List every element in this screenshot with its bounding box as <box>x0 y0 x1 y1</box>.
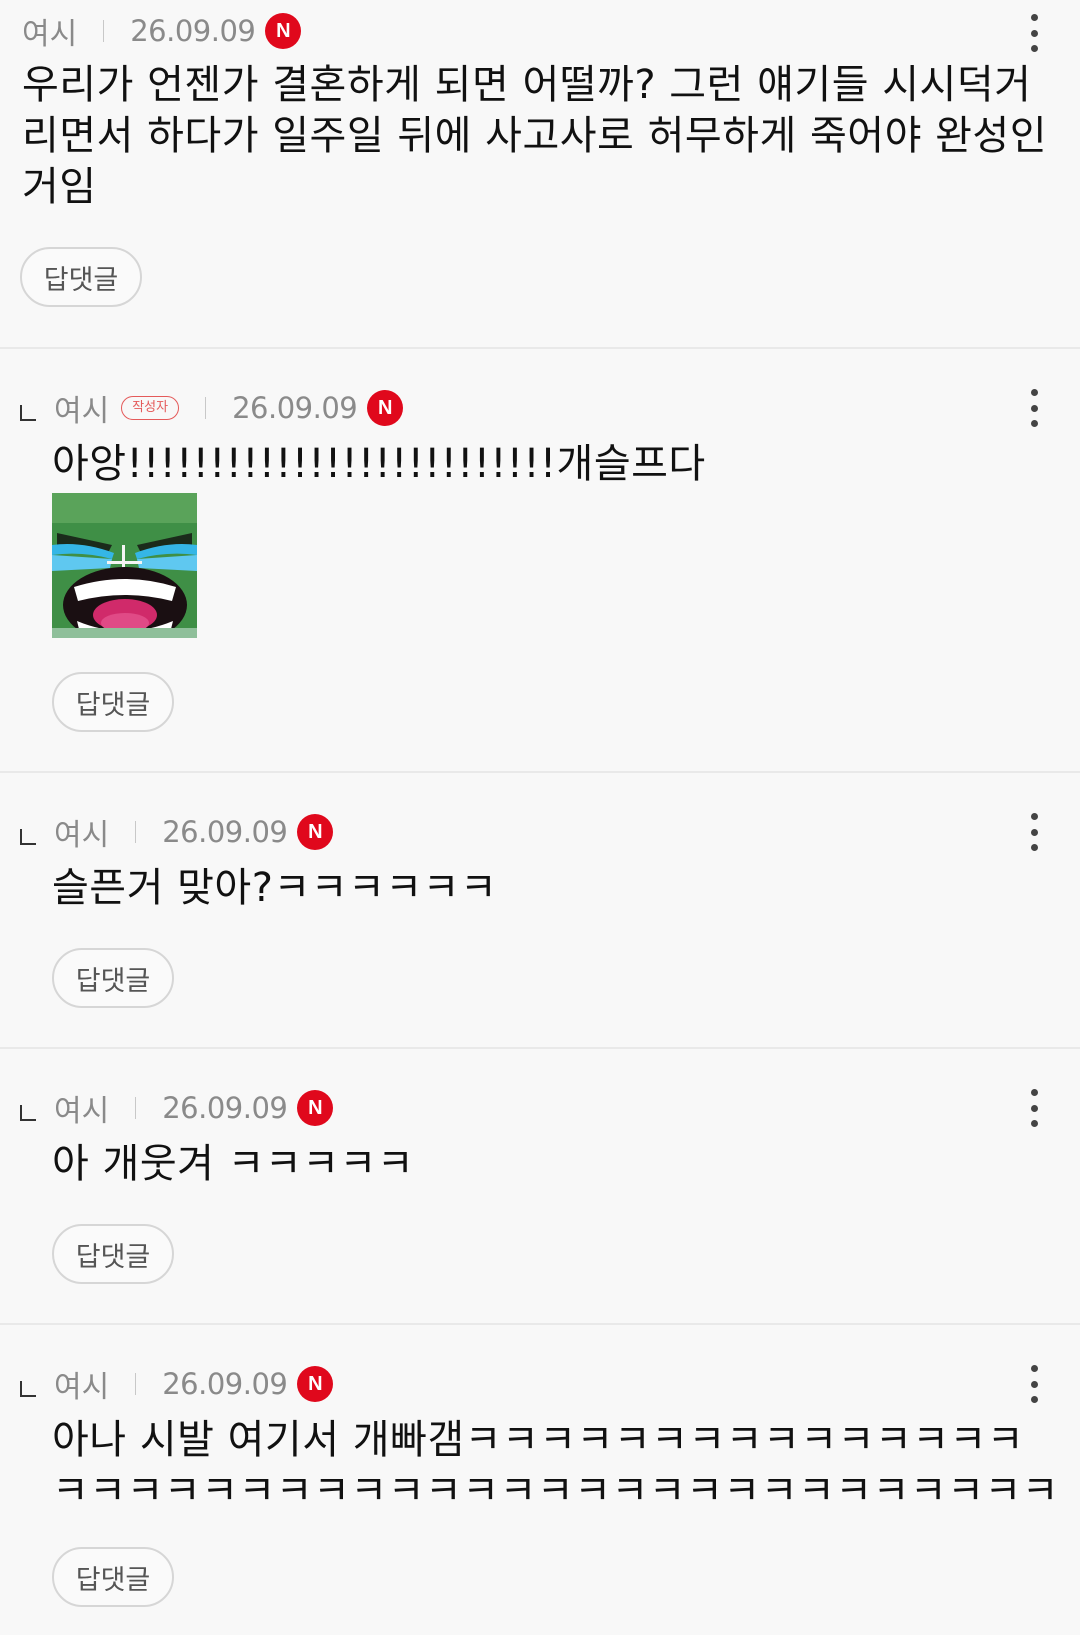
new-badge: N <box>297 1090 334 1126</box>
more-options-icon[interactable] <box>1028 1365 1040 1403</box>
reply-indicator-icon <box>20 1381 36 1397</box>
more-options-icon[interactable] <box>1028 14 1040 52</box>
comment-meta: 여시 26.09.09 N <box>22 9 302 53</box>
meta-divider <box>205 397 207 419</box>
comment-nickname[interactable]: 여시 <box>54 1086 109 1130</box>
more-options-icon[interactable] <box>1028 1089 1040 1127</box>
comment-date: 26.09.09 <box>130 14 256 48</box>
comment-item: 여시 작성자 26.09.09 N 아앙!!!!!!!!!!!!!!!!!!!!… <box>0 349 1080 773</box>
comment-body: 우리가 언젠가 결혼하게 되면 어떨까? 그런 얘기들 시시덕거리면서 하다가 … <box>22 62 1048 210</box>
reply-indicator-icon <box>20 405 36 421</box>
new-badge: N <box>297 1366 334 1402</box>
comment-item: 여시 26.09.09 N 우리가 언젠가 결혼하게 되면 어떨까? 그런 얘기… <box>0 0 1080 349</box>
comment-body: 아 개웃겨 ㅋㅋㅋㅋㅋ <box>52 1141 415 1187</box>
comment-nickname[interactable]: 여시 <box>54 1362 109 1406</box>
comment-item: 여시 26.09.09 N 아나 시발 여기서 개빠갬ㅋㅋㅋㅋㅋㅋㅋㅋㅋㅋㅋㅋㅋ… <box>0 1325 1080 1635</box>
more-options-icon[interactable] <box>1028 813 1040 851</box>
reply-button[interactable]: 답댓글 <box>52 672 174 732</box>
reply-button[interactable]: 답댓글 <box>20 247 142 307</box>
reply-button[interactable]: 답댓글 <box>52 1547 174 1607</box>
comment-nickname[interactable]: 여시 <box>22 9 77 53</box>
comment-item: 여시 26.09.09 N 아 개웃겨 ㅋㅋㅋㅋㅋ 답댓글 <box>0 1049 1080 1325</box>
new-badge: N <box>367 390 404 426</box>
comment-date: 26.09.09 <box>162 1367 288 1401</box>
comment-meta: 여시 26.09.09 N <box>20 810 334 854</box>
meta-divider <box>135 1097 137 1119</box>
comment-date: 26.09.09 <box>232 391 358 425</box>
comment-meta: 여시 작성자 26.09.09 N <box>20 386 404 430</box>
new-badge: N <box>297 814 334 850</box>
comment-body: 아앙!!!!!!!!!!!!!!!!!!!!!!!!!!개슬프다 <box>52 441 706 487</box>
crying-screaming-face-sticker-icon <box>52 493 197 638</box>
comment-meta: 여시 26.09.09 N <box>20 1362 334 1406</box>
reply-button[interactable]: 답댓글 <box>52 1224 174 1284</box>
comment-meta: 여시 26.09.09 N <box>20 1086 334 1130</box>
comment-date: 26.09.09 <box>162 815 288 849</box>
author-badge: 작성자 <box>121 396 180 420</box>
comment-list: 여시 26.09.09 N 우리가 언젠가 결혼하게 되면 어떨까? 그런 얘기… <box>0 0 1080 1635</box>
reply-button[interactable]: 답댓글 <box>52 948 174 1008</box>
comment-date: 26.09.09 <box>162 1091 288 1125</box>
new-badge: N <box>265 13 302 49</box>
meta-divider <box>135 821 137 843</box>
comment-nickname[interactable]: 여시 <box>54 810 109 854</box>
meta-divider <box>103 20 105 42</box>
comment-item: 여시 26.09.09 N 슬픈거 맞아?ㅋㅋㅋㅋㅋㅋ 답댓글 <box>0 773 1080 1049</box>
comment-body: 아나 시발 여기서 개빠갬ㅋㅋㅋㅋㅋㅋㅋㅋㅋㅋㅋㅋㅋㅋㅋㅋㅋㅋㅋㅋㅋㅋㅋㅋㅋㅋㅋ… <box>52 1417 1060 1514</box>
more-options-icon[interactable] <box>1028 389 1040 427</box>
reply-indicator-icon <box>20 1105 36 1121</box>
reply-indicator-icon <box>20 829 36 845</box>
meta-divider <box>135 1373 137 1395</box>
comment-body: 슬픈거 맞아?ㅋㅋㅋㅋㅋㅋ <box>52 865 498 911</box>
comment-nickname[interactable]: 여시 <box>54 386 109 430</box>
